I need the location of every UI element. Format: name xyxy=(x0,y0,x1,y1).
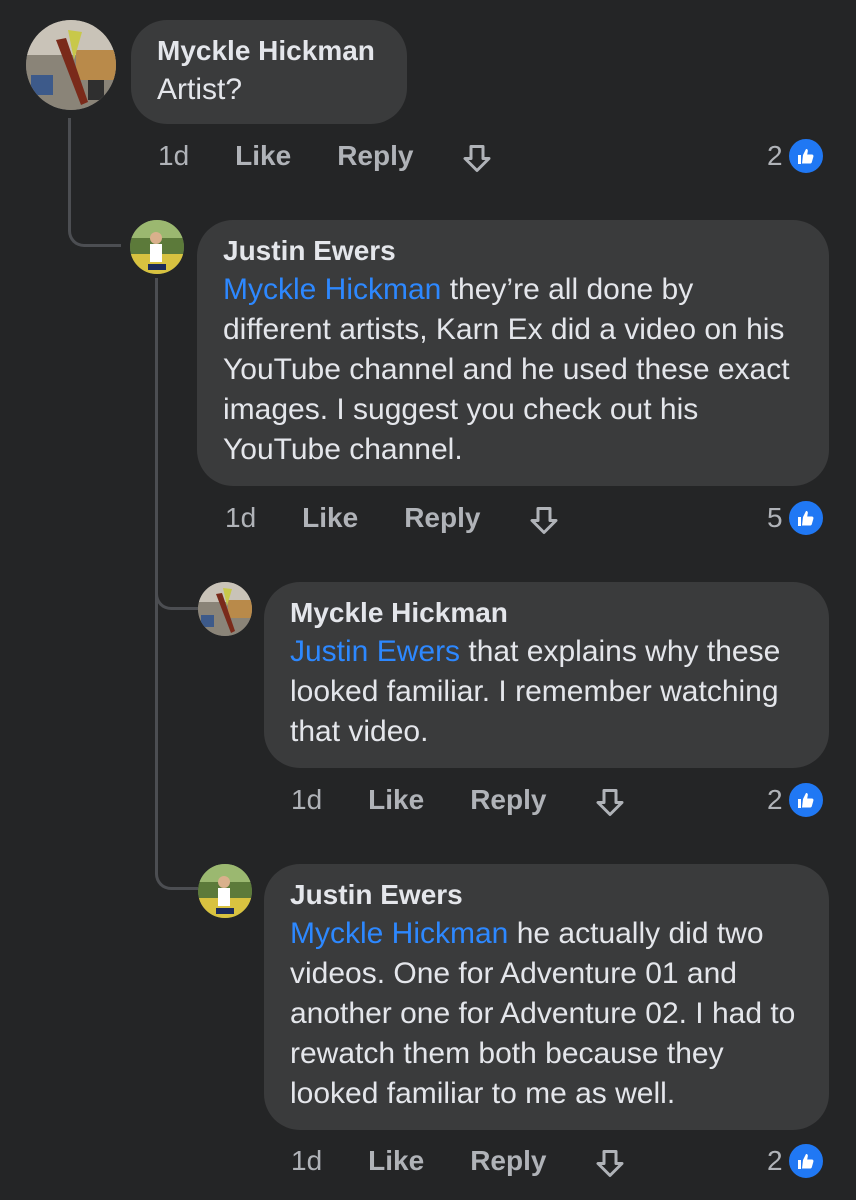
comment-text: Justin Ewers that explains why these loo… xyxy=(290,632,803,752)
comment-text-content: Artist? xyxy=(157,73,243,106)
thread-connector xyxy=(68,118,121,247)
comment-actions: 1d Like Reply xyxy=(158,136,495,176)
reaction-count: 2 xyxy=(767,140,783,171)
reply-button[interactable]: Reply xyxy=(470,784,546,816)
comment-author[interactable]: Myckle Hickman xyxy=(290,596,803,630)
share-arrow-icon[interactable] xyxy=(459,142,495,178)
comment-text: Artist? xyxy=(157,70,381,110)
comment-time[interactable]: 1d xyxy=(158,140,189,172)
comment-bubble: Myckle Hickman Justin Ewers that explain… xyxy=(264,582,829,768)
thread-connector xyxy=(155,600,198,890)
reaction-summary[interactable]: 5 xyxy=(767,498,825,538)
like-button[interactable]: Like xyxy=(368,784,424,816)
reaction-summary[interactable]: 2 xyxy=(767,780,825,820)
comment-author[interactable]: Myckle Hickman xyxy=(157,34,381,68)
reply-button[interactable]: Reply xyxy=(470,1145,546,1177)
avatar-image xyxy=(198,582,252,636)
comment-text: Myckle Hickman he actually did two video… xyxy=(290,914,803,1114)
comment-bubble: Myckle Hickman Artist? xyxy=(131,20,407,124)
comment-time[interactable]: 1d xyxy=(291,784,322,816)
reaction-summary[interactable]: 2 xyxy=(767,1141,825,1181)
thumbs-up-icon xyxy=(786,137,825,175)
reply-button[interactable]: Reply xyxy=(337,140,413,172)
mention-link[interactable]: Justin Ewers xyxy=(290,635,460,668)
share-arrow-icon[interactable] xyxy=(526,504,562,540)
avatar[interactable] xyxy=(198,864,252,918)
avatar[interactable] xyxy=(130,220,184,274)
comment-author[interactable]: Justin Ewers xyxy=(223,234,803,268)
reply-button[interactable]: Reply xyxy=(404,502,480,534)
reaction-count: 2 xyxy=(767,784,783,815)
share-arrow-icon[interactable] xyxy=(592,1147,628,1183)
comment-time[interactable]: 1d xyxy=(225,502,256,534)
comment-bubble: Justin Ewers Myckle Hickman he actually … xyxy=(264,864,829,1130)
thumbs-up-icon xyxy=(786,781,825,819)
thread-connector xyxy=(155,278,158,600)
comment-time[interactable]: 1d xyxy=(291,1145,322,1177)
mention-link[interactable]: Myckle Hickman xyxy=(223,273,441,306)
avatar[interactable] xyxy=(26,20,116,110)
thumbs-up-icon xyxy=(786,1142,825,1180)
like-button[interactable]: Like xyxy=(368,1145,424,1177)
share-arrow-icon[interactable] xyxy=(592,786,628,822)
comment-bubble: Justin Ewers Myckle Hickman they’re all … xyxy=(197,220,829,486)
comment-actions: 1d Like Reply xyxy=(291,780,628,820)
avatar-image xyxy=(26,20,116,110)
reaction-count: 5 xyxy=(767,502,783,533)
comment-thread: Myckle Hickman Artist? 1d Like Reply 2 J… xyxy=(0,0,856,1200)
mention-link[interactable]: Myckle Hickman xyxy=(290,917,508,950)
comment-actions: 1d Like Reply xyxy=(291,1141,628,1181)
reaction-count: 2 xyxy=(767,1145,783,1176)
comment-actions: 1d Like Reply xyxy=(225,498,562,538)
like-button[interactable]: Like xyxy=(235,140,291,172)
like-button[interactable]: Like xyxy=(302,502,358,534)
comment-text: Myckle Hickman they’re all done by diffe… xyxy=(223,270,803,470)
avatar-image xyxy=(130,220,184,274)
comment-author[interactable]: Justin Ewers xyxy=(290,878,803,912)
avatar-image xyxy=(198,864,252,918)
thumbs-up-icon xyxy=(786,499,825,537)
avatar[interactable] xyxy=(198,582,252,636)
reaction-summary[interactable]: 2 xyxy=(767,136,825,176)
